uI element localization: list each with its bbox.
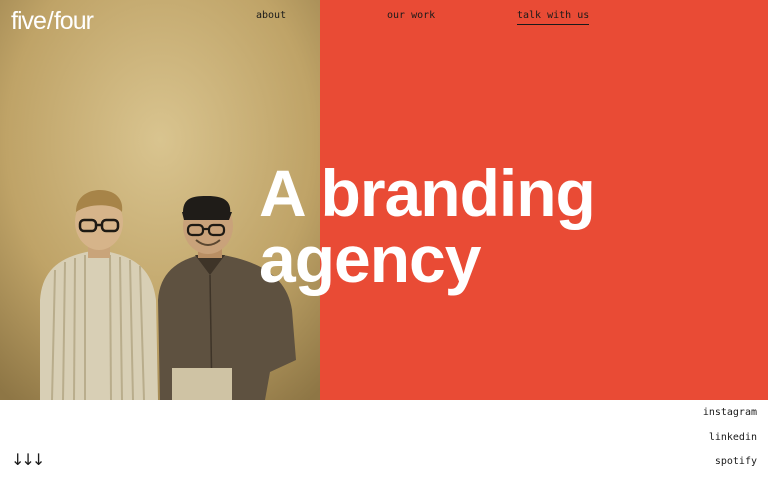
social-instagram[interactable]: instagram: [703, 406, 757, 420]
logo-four: four: [53, 7, 94, 35]
nav-our-work[interactable]: our work: [387, 9, 435, 23]
hero-headline: A branding agency: [259, 160, 596, 292]
hero-section: five/four about our work talk with us A …: [0, 0, 768, 400]
scroll-down-arrows-icon[interactable]: ↓↓↓: [11, 451, 45, 469]
logo-slash: /: [46, 7, 54, 35]
nav-talk-with-us[interactable]: talk with us: [517, 9, 590, 25]
headline-line-1: A branding: [259, 156, 596, 230]
nav-about[interactable]: about: [256, 9, 286, 23]
headline-line-2: agency: [259, 222, 481, 296]
social-linkedin[interactable]: linkedin: [709, 431, 757, 445]
logo-five: five: [11, 7, 47, 35]
brand-logo[interactable]: five/four: [11, 6, 94, 36]
social-spotify[interactable]: spotify: [715, 455, 757, 469]
